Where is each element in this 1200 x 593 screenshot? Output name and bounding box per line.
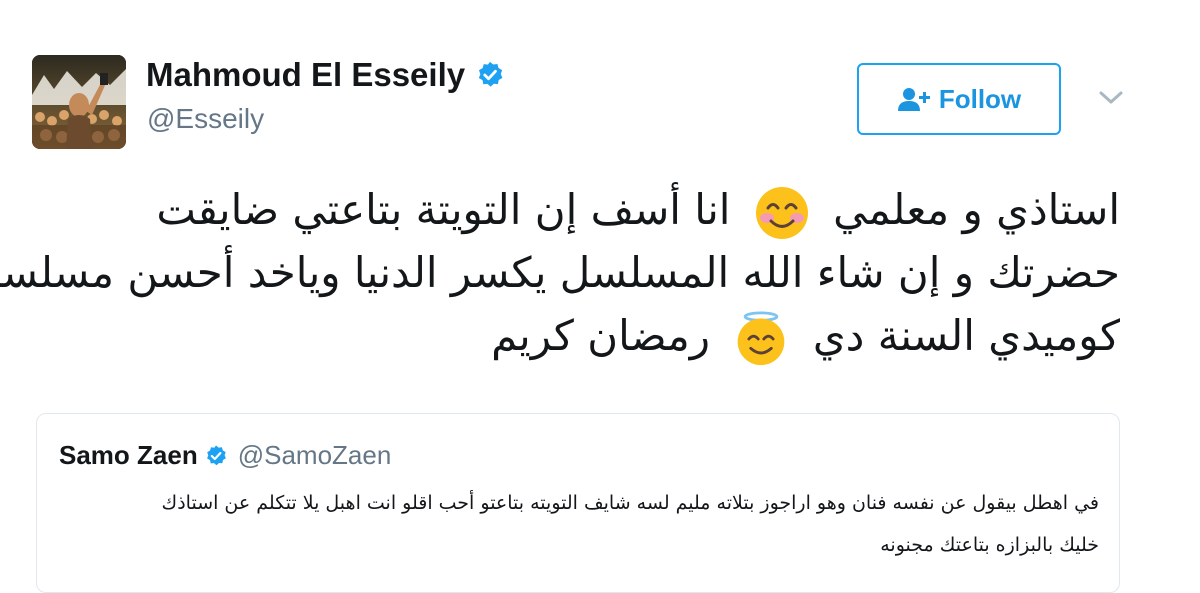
quoted-author-handle[interactable]: @SamoZaen	[238, 440, 392, 471]
avatar[interactable]	[32, 55, 126, 149]
author-name-row[interactable]: Mahmoud El Esseily	[146, 56, 505, 94]
quoted-tweet-text: في اهطل بيقول عن نفسه فنان وهو اراجوز بت…	[59, 482, 1099, 566]
tweet-line-1-end: انا أسف إن التويتة بتاعتي ضايقت	[156, 185, 731, 234]
author-name[interactable]: Mahmoud El Esseily	[146, 56, 465, 94]
author-handle[interactable]: @Esseily	[147, 103, 264, 135]
tweet-header: Mahmoud El Esseily @Esseily Follow	[0, 0, 1200, 160]
quoted-tweet-line-2: خليك بالبزازه بتاعتك مجنونه	[880, 534, 1099, 556]
smiling-face-with-halo-icon	[738, 310, 785, 365]
tweet-line-3-start: كوميدي السنة دي	[812, 311, 1120, 360]
verified-badge-icon	[206, 445, 226, 465]
quoted-author-name[interactable]: Samo Zaen	[59, 440, 198, 471]
tweet-text: استاذي و معلمي انا أسف إن التويتة بتاعتي…	[0, 178, 1120, 367]
tweet-line-3: كوميدي السنة دي رمضان كريم	[30, 304, 1120, 367]
chevron-down-icon[interactable]	[1098, 90, 1124, 106]
tweet-line-1: استاذي و معلمي انا أسف إن التويتة بتاعتي…	[30, 178, 1120, 241]
quoted-tweet[interactable]: Samo Zaen @SamoZaen في اهطل بيقول عن نفس…	[36, 413, 1120, 593]
add-person-icon	[897, 88, 930, 111]
tweet-line-3-end: رمضان كريم	[491, 311, 711, 360]
tweet-line-1-start: استاذي و معلمي	[833, 185, 1120, 234]
smiling-face-with-smiling-eyes-icon	[755, 186, 808, 239]
follow-label: Follow	[938, 83, 1022, 114]
follow-button[interactable]: Follow	[857, 63, 1061, 135]
quoted-tweet-line-1: في اهطل بيقول عن نفسه فنان وهو اراجوز بت…	[161, 492, 1099, 514]
verified-badge-icon	[478, 61, 503, 87]
quoted-tweet-header: Samo Zaen @SamoZaen	[59, 440, 391, 471]
tweet-line-2: حضرتك و إن شاء الله المسلسل يكسر الدنيا …	[0, 248, 1120, 297]
